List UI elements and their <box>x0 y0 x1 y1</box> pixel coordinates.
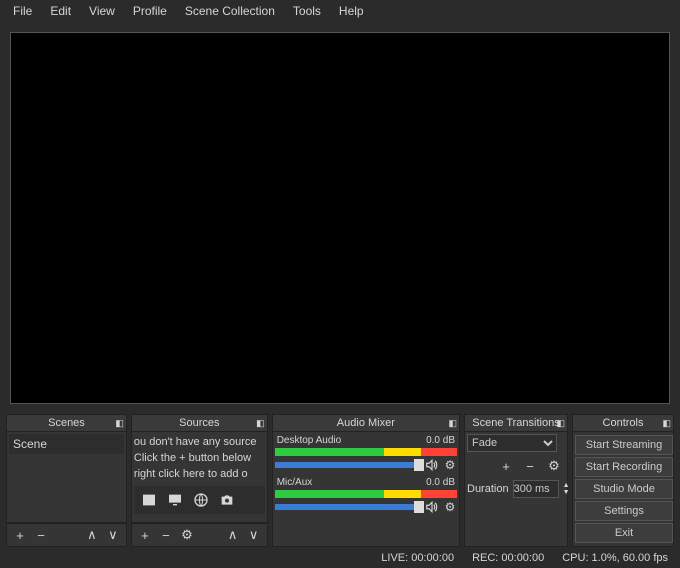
remove-source-button[interactable]: − <box>157 527 175 543</box>
dock-icon[interactable]: ◧ <box>662 418 671 429</box>
transitions-panel: Scene Transitions ◧ Fade + − ⚙ Duration … <box>464 414 568 547</box>
sources-header[interactable]: Sources ◧ <box>131 414 268 432</box>
transition-properties-button[interactable]: ⚙ <box>545 458 563 474</box>
scenes-header[interactable]: Scenes ◧ <box>6 414 127 432</box>
add-source-button[interactable]: + <box>136 527 154 543</box>
start-recording-button[interactable]: Start Recording <box>575 457 673 477</box>
menu-profile[interactable]: Profile <box>124 1 176 21</box>
sources-panel: Sources ◧ ou don't have any source Click… <box>131 414 268 547</box>
add-transition-button[interactable]: + <box>497 458 515 474</box>
gear-icon[interactable]: ⚙ <box>443 458 457 472</box>
controls-header[interactable]: Controls ◧ <box>572 414 674 432</box>
menu-view[interactable]: View <box>80 1 124 21</box>
preview-canvas[interactable] <box>10 32 670 404</box>
mixer-channel-desktop: Desktop Audio0.0 dB ⚙ <box>275 434 457 472</box>
menu-edit[interactable]: Edit <box>41 1 80 21</box>
gear-icon[interactable]: ⚙ <box>443 500 457 514</box>
add-scene-button[interactable]: + <box>11 527 29 543</box>
dock-icon[interactable]: ◧ <box>115 418 124 429</box>
scene-item[interactable]: Scene <box>9 434 124 454</box>
dock-icon[interactable]: ◧ <box>448 418 457 429</box>
menu-tools[interactable]: Tools <box>284 1 330 21</box>
menu-scene-collection[interactable]: Scene Collection <box>176 1 284 21</box>
settings-button[interactable]: Settings <box>575 501 673 521</box>
audio-meter <box>275 490 457 498</box>
speaker-icon[interactable] <box>425 458 439 472</box>
duration-spinner[interactable]: ▲▼ <box>563 482 570 496</box>
menu-bar: File Edit View Profile Scene Collection … <box>0 0 680 22</box>
browser-source-icon <box>190 490 212 510</box>
move-scene-up-button[interactable]: ∧ <box>83 527 101 543</box>
move-source-down-button[interactable]: ∨ <box>245 527 263 543</box>
move-source-up-button[interactable]: ∧ <box>224 527 242 543</box>
sources-toolbar: + − ⚙ ∧ ∨ <box>131 523 268 547</box>
start-streaming-button[interactable]: Start Streaming <box>575 435 673 455</box>
level-readout: 0.0 dB <box>426 435 455 446</box>
menu-file[interactable]: File <box>4 1 41 21</box>
duration-label: Duration <box>467 483 509 495</box>
dock-icon[interactable]: ◧ <box>256 418 265 429</box>
volume-slider[interactable] <box>275 462 421 468</box>
mixer-header[interactable]: Audio Mixer ◧ <box>272 414 460 432</box>
status-bar: LIVE: 00:00:00 REC: 00:00:00 CPU: 1.0%, … <box>0 548 680 568</box>
transitions-header[interactable]: Scene Transitions ◧ <box>464 414 568 432</box>
rec-status: REC: 00:00:00 <box>472 552 544 564</box>
exit-button[interactable]: Exit <box>575 523 673 543</box>
menu-help[interactable]: Help <box>330 1 373 21</box>
volume-slider[interactable] <box>275 504 421 510</box>
live-status: LIVE: 00:00:00 <box>381 552 454 564</box>
remove-transition-button[interactable]: − <box>521 458 539 474</box>
dock-icon[interactable]: ◧ <box>556 418 565 429</box>
move-scene-down-button[interactable]: ∨ <box>104 527 122 543</box>
display-source-icon <box>164 490 186 510</box>
duration-input[interactable] <box>513 480 559 498</box>
source-properties-button[interactable]: ⚙ <box>178 527 196 543</box>
audio-meter <box>275 448 457 456</box>
scenes-panel: Scenes ◧ Scene + − ∧ ∨ <box>6 414 127 547</box>
sources-list[interactable]: ou don't have any source Click the + but… <box>131 432 268 523</box>
image-source-icon <box>138 490 160 510</box>
camera-source-icon <box>216 490 238 510</box>
cpu-status: CPU: 1.0%, 60.00 fps <box>562 552 668 564</box>
studio-mode-button[interactable]: Studio Mode <box>575 479 673 499</box>
controls-panel: Controls ◧ Start Streaming Start Recordi… <box>572 414 674 547</box>
scenes-toolbar: + − ∧ ∨ <box>6 523 127 547</box>
remove-scene-button[interactable]: − <box>32 527 50 543</box>
transition-select[interactable]: Fade <box>467 434 557 452</box>
audio-mixer-panel: Audio Mixer ◧ Desktop Audio0.0 dB ⚙ Mic/… <box>272 414 460 547</box>
mixer-channel-mic: Mic/Aux0.0 dB ⚙ <box>275 476 457 514</box>
level-readout: 0.0 dB <box>426 477 455 488</box>
speaker-icon[interactable] <box>425 500 439 514</box>
